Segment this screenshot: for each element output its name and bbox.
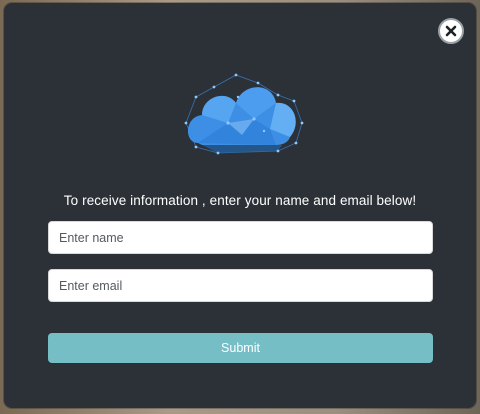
- cloud-icon: [184, 73, 304, 155]
- cloud-illustration: [178, 73, 304, 158]
- submit-button[interactable]: Submit: [48, 333, 433, 363]
- close-icon: [445, 25, 457, 37]
- close-button[interactable]: [438, 18, 464, 44]
- signup-modal: To receive information , enter your name…: [4, 3, 476, 408]
- signup-headline: To receive information , enter your name…: [63, 193, 417, 208]
- email-input[interactable]: [48, 269, 433, 302]
- name-input[interactable]: [48, 221, 433, 254]
